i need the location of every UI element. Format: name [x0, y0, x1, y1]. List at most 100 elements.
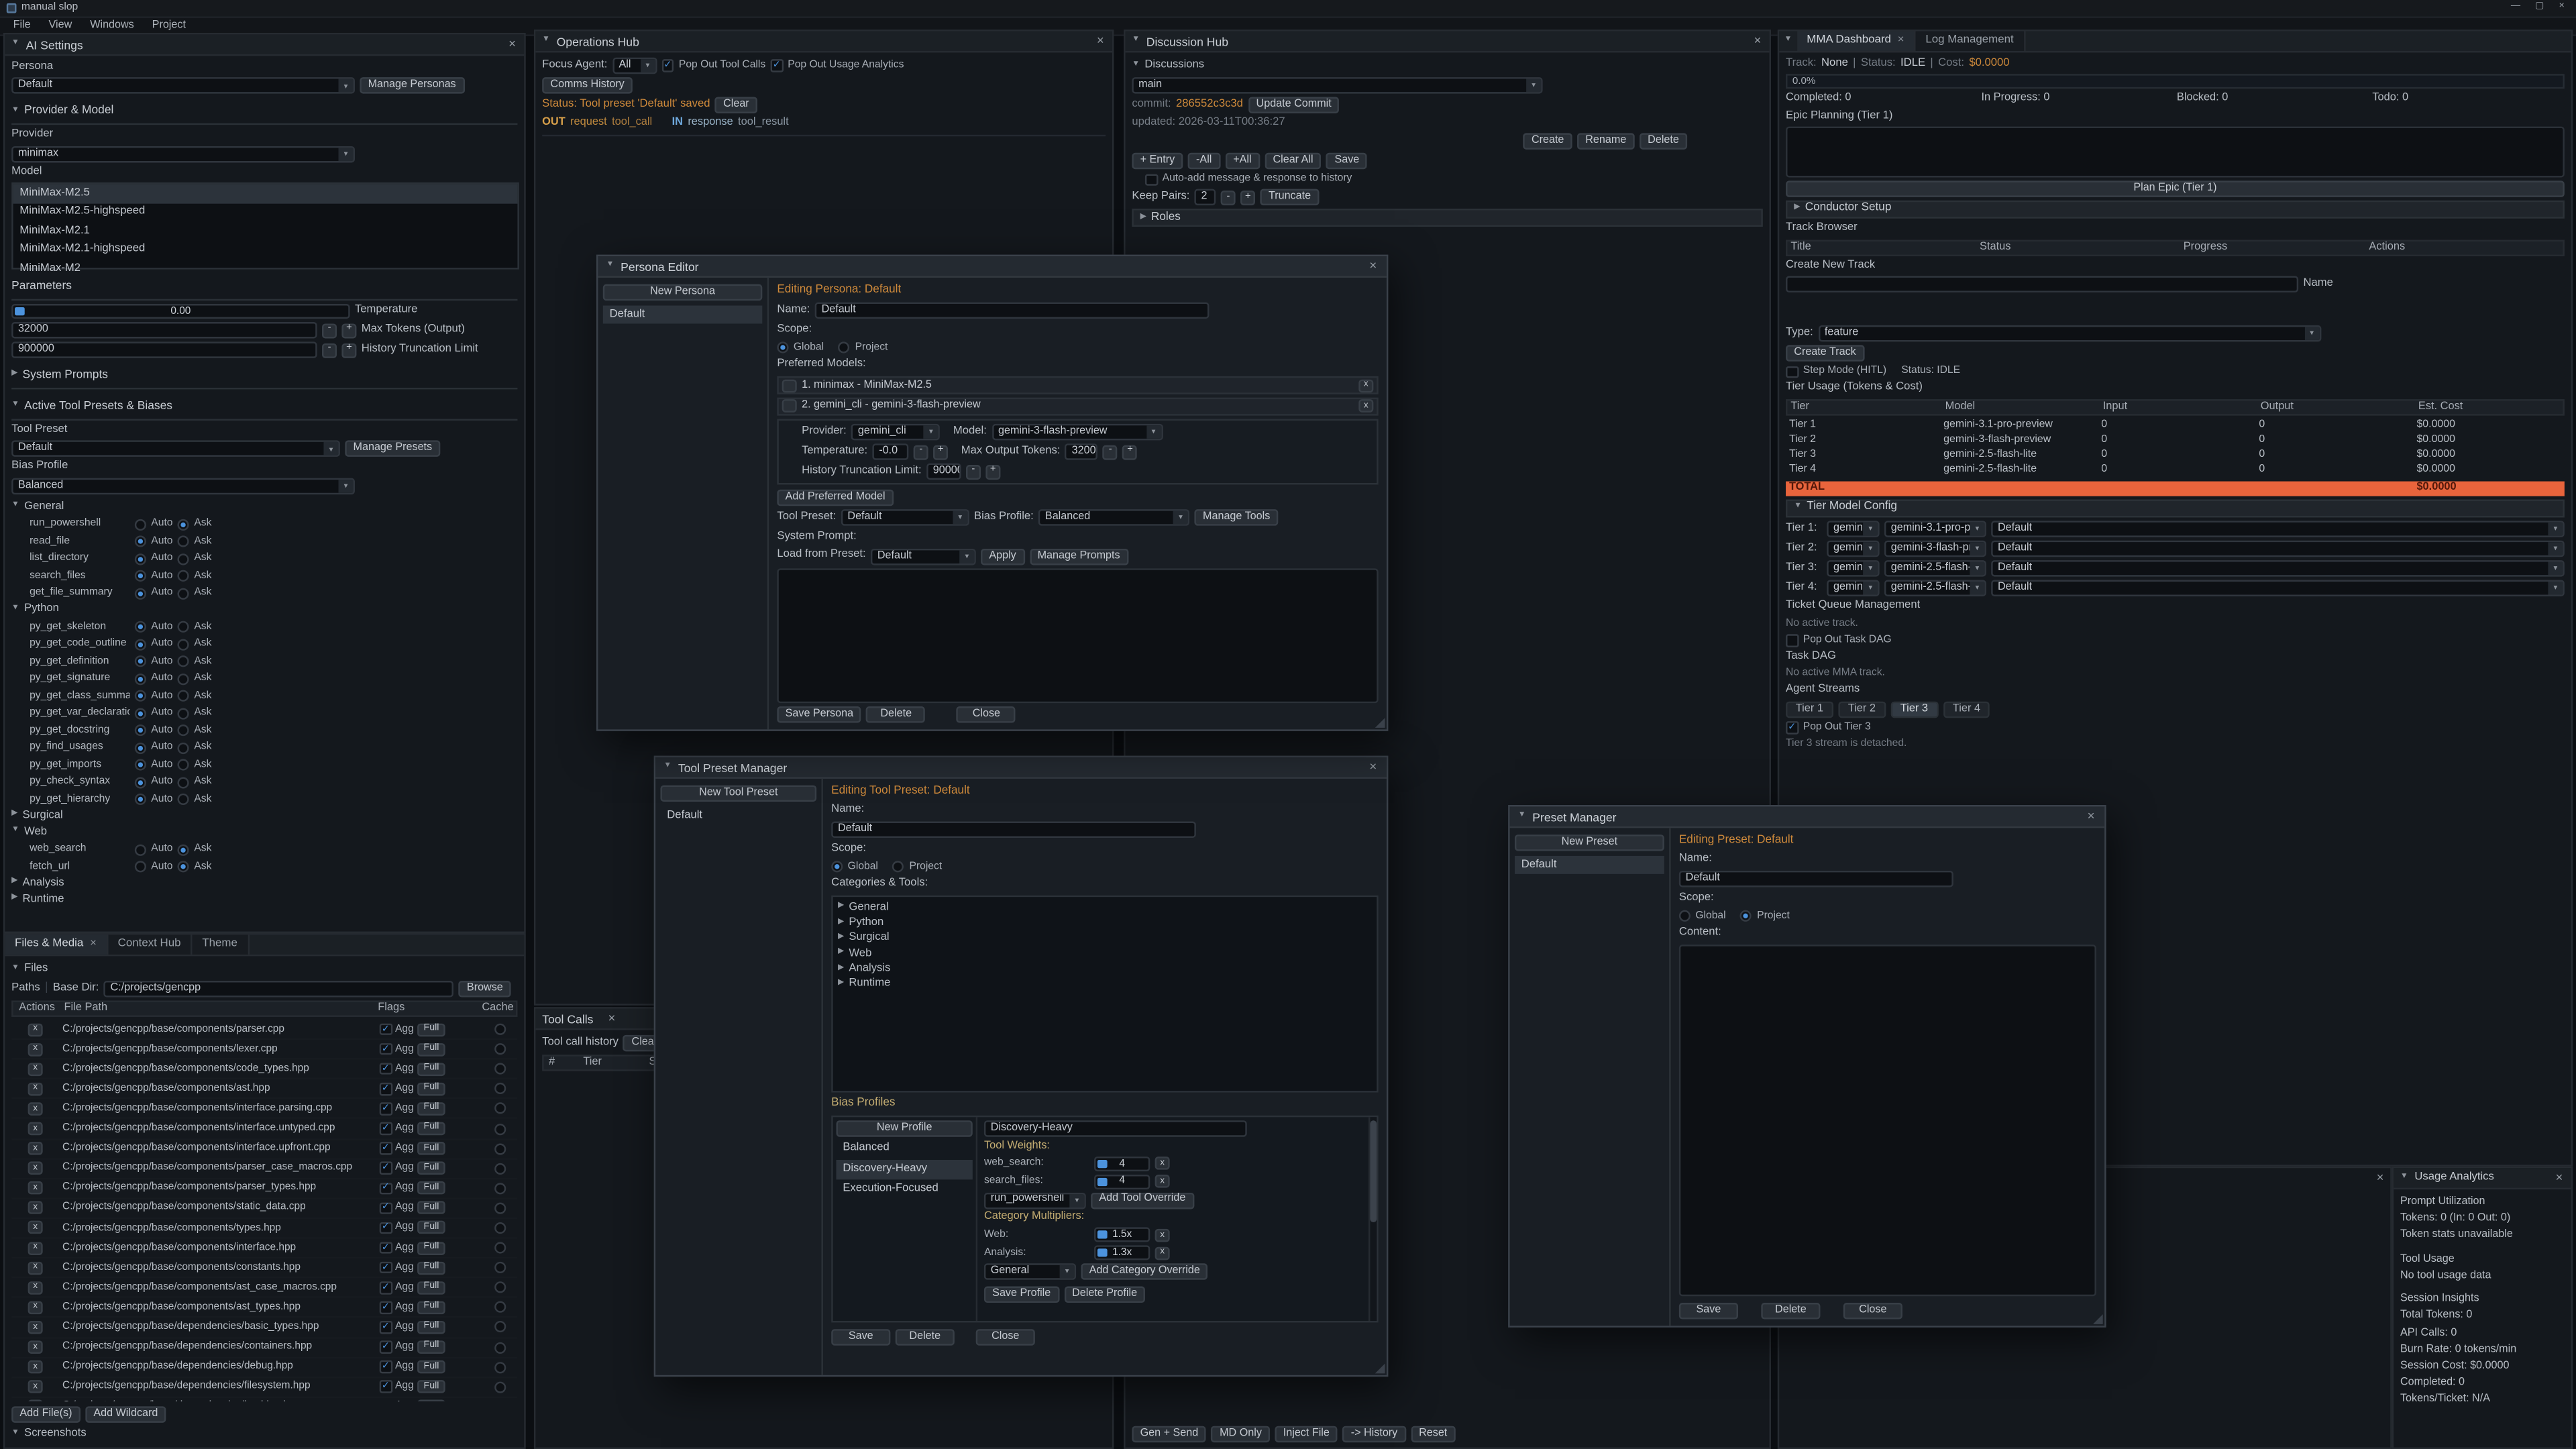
- ask-radio[interactable]: [178, 742, 189, 753]
- remove-file-button[interactable]: x: [28, 1102, 43, 1116]
- full-button[interactable]: Full: [417, 1340, 445, 1354]
- collapse-icon[interactable]: [11, 107, 19, 115]
- pm-max-output-input[interactable]: 32000: [1065, 444, 1098, 460]
- remove-file-button[interactable]: x: [28, 1023, 43, 1036]
- create-track-button[interactable]: Create Track: [1786, 345, 1864, 362]
- full-button[interactable]: Full: [417, 1082, 445, 1095]
- conductor-setup-section[interactable]: Conductor Setup: [1786, 201, 2565, 219]
- operations-hub-header[interactable]: Operations Hub: [535, 32, 1112, 53]
- remove-multiplier-button[interactable]: x: [1155, 1229, 1170, 1242]
- add-tool-override-button[interactable]: Add Tool Override: [1091, 1192, 1193, 1208]
- expand-icon[interactable]: [1140, 215, 1146, 223]
- bias-profile-dropdown[interactable]: Balanced: [11, 478, 355, 494]
- model-list[interactable]: MiniMax-M2.5MiniMax-M2.5-highspeedMiniMa…: [11, 183, 519, 270]
- reorder-handle[interactable]: [782, 379, 797, 392]
- persona-editor-titlebar[interactable]: Persona Editor: [598, 256, 1387, 278]
- remove-file-button[interactable]: x: [28, 1042, 43, 1056]
- clear-status-button[interactable]: Clear: [715, 97, 757, 113]
- collapse-icon[interactable]: [11, 40, 19, 48]
- footer-md-only-button[interactable]: MD Only: [1212, 1426, 1270, 1442]
- tier-provider-dropdown[interactable]: gemini: [1827, 561, 1879, 577]
- pop-out-task-dag-checkbox[interactable]: [1786, 634, 1798, 646]
- base-dir-input[interactable]: C:/projects/gencpp: [104, 981, 454, 997]
- preset-name-input[interactable]: Default: [1679, 871, 1953, 888]
- bias-profile-dropdown[interactable]: Balanced: [1038, 510, 1189, 526]
- scope-global-radio[interactable]: [1679, 910, 1690, 922]
- full-button[interactable]: Full: [417, 1201, 445, 1215]
- ask-radio[interactable]: [178, 673, 189, 684]
- agg-checkbox[interactable]: [380, 1103, 392, 1115]
- preferred-model-row[interactable]: 1. minimax - MiniMax-M2.5x: [777, 376, 1378, 394]
- close-icon[interactable]: [2375, 1171, 2385, 1184]
- focus-agent-dropdown[interactable]: All: [612, 58, 657, 74]
- add-category-override-button[interactable]: Add Category Override: [1081, 1263, 1208, 1279]
- collapse-icon[interactable]: [1794, 505, 1802, 513]
- slider[interactable]: 4: [1094, 1157, 1150, 1171]
- close-icon[interactable]: [1752, 35, 1763, 48]
- full-button[interactable]: Full: [417, 1321, 445, 1334]
- tier-preset-dropdown[interactable]: Default: [1991, 521, 2565, 537]
- update-commit-button[interactable]: Update Commit: [1248, 97, 1340, 113]
- auto-radio[interactable]: [135, 776, 146, 788]
- auto-radio[interactable]: [135, 794, 146, 805]
- agg-checkbox[interactable]: [380, 1242, 392, 1254]
- usage-analytics-header[interactable]: Usage Analytics: [2394, 1168, 2571, 1189]
- collapse-icon[interactable]: [663, 763, 672, 771]
- decrement-button[interactable]: [322, 323, 337, 338]
- collapse-icon[interactable]: [2400, 1174, 2408, 1182]
- preset-content-input[interactable]: [1679, 945, 2096, 1295]
- add-entry-button[interactable]: + Entry: [1132, 154, 1183, 170]
- ask-radio[interactable]: [178, 639, 189, 650]
- tool-preset-name-input[interactable]: Default: [831, 822, 1196, 838]
- tool-group-general[interactable]: General: [11, 499, 517, 515]
- model-option[interactable]: MiniMax-M2.5: [13, 184, 518, 203]
- auto-radio[interactable]: [135, 844, 146, 855]
- model-option[interactable]: MiniMax-M2.1: [13, 222, 518, 241]
- create-discussion-button[interactable]: Create: [1523, 134, 1572, 150]
- close-icon[interactable]: [1095, 35, 1106, 48]
- remove-file-button[interactable]: x: [28, 1400, 43, 1401]
- full-button[interactable]: Full: [417, 1281, 445, 1295]
- remove-file-button[interactable]: x: [28, 1340, 43, 1354]
- tier-model-dropdown[interactable]: gemini-2.5-flash-lite: [1884, 580, 1986, 596]
- remove-file-button[interactable]: x: [28, 1122, 43, 1136]
- remove-weight-button[interactable]: x: [1155, 1157, 1170, 1171]
- tool-group-python[interactable]: Python: [11, 602, 517, 618]
- close-icon[interactable]: [507, 38, 518, 51]
- agg-checkbox[interactable]: [380, 1083, 392, 1095]
- agg-checkbox[interactable]: [380, 1122, 392, 1134]
- tool-group-surgical[interactable]: Surgical: [11, 808, 517, 824]
- increment-button[interactable]: [933, 445, 948, 460]
- remove-file-button[interactable]: x: [28, 1360, 43, 1374]
- files-section[interactable]: Files: [11, 961, 517, 977]
- auto-radio[interactable]: [135, 639, 146, 650]
- collapse-icon[interactable]: [11, 402, 19, 411]
- auto-radio[interactable]: [135, 553, 146, 564]
- ask-radio[interactable]: [178, 861, 189, 873]
- new-persona-button[interactable]: New Persona: [603, 284, 763, 301]
- truncate-button[interactable]: Truncate: [1260, 190, 1320, 206]
- ask-radio[interactable]: [178, 621, 189, 633]
- agg-checkbox[interactable]: [380, 1281, 392, 1293]
- remove-file-button[interactable]: x: [28, 1241, 43, 1254]
- ask-radio[interactable]: [178, 844, 189, 855]
- close-dialog-button[interactable]: Close: [957, 706, 1016, 722]
- full-button[interactable]: Full: [417, 1301, 445, 1314]
- load-preset-dropdown[interactable]: Default: [871, 548, 976, 564]
- scope-global-radio[interactable]: [831, 861, 843, 873]
- close-icon[interactable]: [1898, 34, 1904, 48]
- collapse-icon[interactable]: [1132, 37, 1140, 45]
- profile-name-input[interactable]: Discovery-Heavy: [984, 1120, 1247, 1136]
- persona-name-input[interactable]: Default: [815, 303, 1210, 319]
- active-tools-section[interactable]: Active Tool Presets & Biases: [11, 396, 517, 420]
- agg-checkbox[interactable]: [380, 1063, 392, 1075]
- remove-file-button[interactable]: x: [28, 1082, 43, 1095]
- clear-all-button[interactable]: Clear All: [1265, 154, 1322, 170]
- pm-history-input[interactable]: 900000: [926, 464, 961, 480]
- delete-discussion-button[interactable]: Delete: [1640, 134, 1687, 150]
- ask-radio[interactable]: [178, 794, 189, 805]
- persona-item[interactable]: Default: [603, 306, 763, 325]
- collapse-icon[interactable]: [1784, 37, 1792, 45]
- menu-windows[interactable]: Windows: [90, 19, 134, 33]
- rename-discussion-button[interactable]: Rename: [1577, 134, 1635, 150]
